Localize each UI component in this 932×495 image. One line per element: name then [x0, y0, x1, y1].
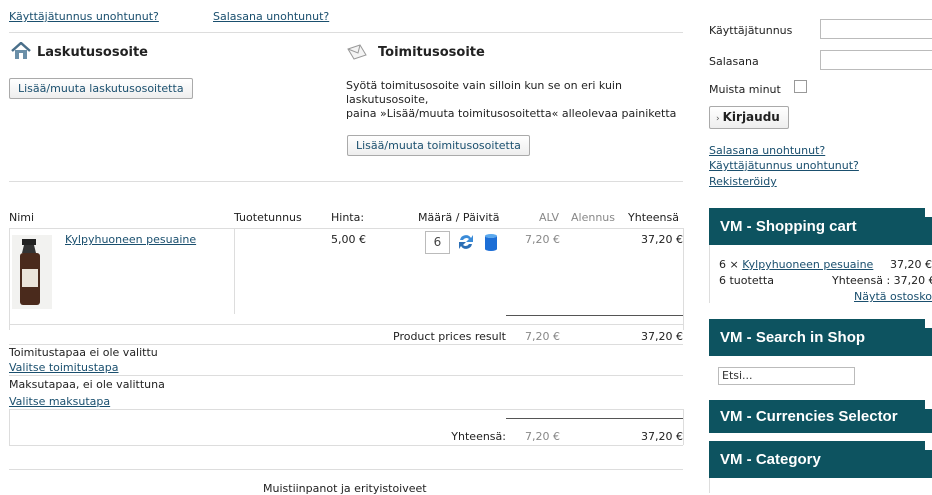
table-border — [683, 228, 684, 330]
forgot-password-link[interactable]: Salasana unohtunut? — [709, 144, 825, 157]
collapse-toggle-icon[interactable] — [925, 208, 932, 217]
select-payment-link[interactable]: Valitse maksutapa — [9, 395, 110, 408]
shipping-instructions: Syötä toimitusosoite vain silloin kun se… — [346, 79, 676, 121]
divider — [9, 409, 683, 410]
table-border — [683, 409, 684, 445]
cart-item-qty: 6 × — [719, 258, 739, 271]
shipping-method-status: Toimitustapaa ei ole valittu — [9, 346, 158, 359]
product-link[interactable]: Kylpyhuoneen pesuaine — [65, 233, 196, 246]
divider — [9, 344, 683, 345]
cart-count: 6 tuotetta — [719, 274, 774, 287]
billing-title: Laskutusosoite — [37, 45, 148, 60]
shipping-instruction-line: paina »Lisää/muuta toimitusosoitetta« al… — [346, 107, 677, 120]
module-title: VM - Currencies Selector — [720, 408, 898, 425]
col-name: Nimi — [9, 211, 35, 224]
select-shipping-link[interactable]: Valitse toimitustapa — [9, 361, 119, 374]
forgot-username-link[interactable]: Käyttäjätunnus unohtunut? — [709, 159, 859, 172]
quantity-input[interactable]: 6 — [425, 231, 450, 254]
shipping-title: Toimitusosoite — [378, 45, 485, 60]
module-title: VM - Category — [720, 451, 821, 468]
password-input[interactable] — [820, 50, 932, 70]
divider — [9, 469, 683, 470]
module-title: VM - Search in Shop — [720, 329, 866, 346]
divider — [9, 324, 683, 325]
refresh-icon[interactable] — [456, 232, 476, 255]
item-price: 5,00 € — [331, 233, 366, 246]
item-total: 37,20 € — [641, 233, 683, 246]
prices-result-total: 37,20 € — [641, 330, 683, 343]
cart-item-price: 37,20 € — [890, 258, 932, 271]
col-total: Yhteensä — [628, 211, 679, 224]
col-discount: Alennus — [571, 211, 615, 224]
username-label: Käyttäjätunnus — [709, 24, 793, 37]
register-link[interactable]: Rekisteröidy — [709, 175, 777, 188]
trash-icon[interactable] — [484, 233, 498, 255]
divider — [9, 228, 683, 229]
shipping-instruction-line: laskutusosoite, — [346, 93, 429, 106]
grand-total-amount: 37,20 € — [641, 430, 683, 443]
cart-item-link[interactable]: Kylpyhuoneen pesuaine — [742, 258, 873, 271]
cart-total: Yhteensä : 37,20 € — [832, 274, 932, 287]
category-module-body — [709, 478, 932, 493]
login-button[interactable]: › Kirjaudu — [709, 106, 789, 129]
col-price: Hinta: — [331, 211, 365, 224]
divider — [9, 375, 683, 376]
remember-me-checkbox[interactable] — [794, 80, 807, 93]
prices-result-vat: 7,20 € — [525, 330, 560, 343]
product-image[interactable] — [12, 235, 52, 312]
currencies-module-header: VM - Currencies Selector — [709, 400, 932, 433]
forgot-password-link[interactable]: Salasana unohtunut? — [213, 10, 329, 23]
grand-total-vat: 7,20 € — [525, 430, 560, 443]
col-sku: Tuotetunnus — [234, 211, 302, 224]
envelope-icon — [346, 43, 368, 64]
forgot-username-link[interactable]: Käyttäjätunnus unohtunut? — [9, 10, 159, 23]
remember-me-label: Muista minut — [709, 83, 781, 96]
col-qty: Määrä / Päivitä — [418, 211, 500, 224]
prices-result-label: Product prices result — [393, 330, 506, 343]
payment-method-status: Maksutapaa, ei ole valittuna — [9, 378, 165, 391]
shopping-cart-module-header: VM - Shopping cart — [709, 208, 932, 245]
category-module-header: VM - Category — [709, 441, 932, 478]
collapse-toggle-icon[interactable] — [925, 400, 932, 409]
shipping-instruction-line: Syötä toimitusosoite vain silloin kun se… — [346, 79, 622, 92]
show-cart-link[interactable]: Näytä ostoskori — [854, 290, 932, 303]
search-module-header: VM - Search in Shop — [709, 319, 932, 356]
divider — [9, 445, 683, 446]
notes-label: Muistiinpanot ja erityistoiveet — [263, 482, 427, 495]
table-border — [9, 409, 10, 445]
table-border — [9, 228, 10, 330]
item-vat: 7,20 € — [525, 233, 560, 246]
shop-search-input[interactable]: Etsi... — [718, 367, 855, 385]
table-border — [234, 228, 235, 314]
total-line — [506, 418, 683, 419]
home-icon — [10, 41, 32, 63]
login-button-label: Kirjaudu — [722, 110, 780, 124]
edit-shipping-address-button[interactable]: Lisää/muuta toimitusosoitetta — [347, 135, 530, 156]
grand-total-label: Yhteensä: — [451, 430, 506, 443]
module-title: VM - Shopping cart — [720, 218, 857, 235]
divider — [9, 32, 683, 33]
cart-item-line: 6 × Kylpyhuoneen pesuaine — [719, 258, 873, 271]
arrow-right-icon: › — [716, 114, 720, 124]
subtotal-line — [506, 315, 683, 316]
collapse-toggle-icon[interactable] — [925, 441, 932, 450]
username-input[interactable] — [820, 19, 932, 39]
divider — [9, 181, 683, 182]
password-label: Salasana — [709, 55, 759, 68]
collapse-toggle-icon[interactable] — [925, 319, 932, 328]
col-vat: ALV — [539, 211, 559, 224]
edit-billing-address-button[interactable]: Lisää/muuta laskutusosoitetta — [9, 78, 193, 99]
